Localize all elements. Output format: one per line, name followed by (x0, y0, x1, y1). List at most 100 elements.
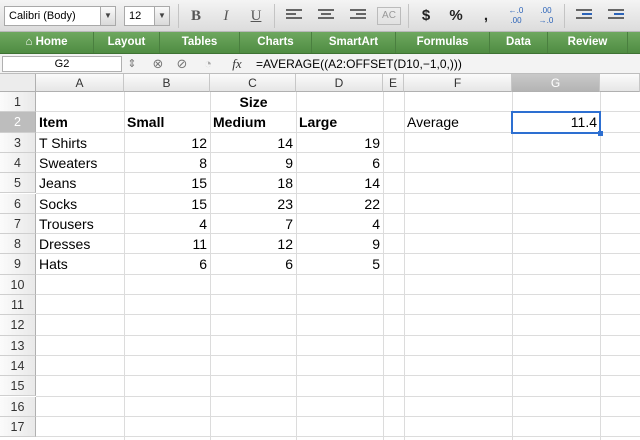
decrease-indent-icon[interactable] (576, 9, 592, 22)
small-value-cell[interactable]: 11 (124, 234, 210, 254)
italic-button[interactable]: I (214, 5, 238, 27)
name-box[interactable]: G2 (2, 56, 122, 72)
small-value-cell[interactable]: 15 (124, 194, 210, 214)
align-left-icon[interactable] (286, 9, 302, 22)
header-cell-small[interactable]: Small (124, 112, 210, 132)
large-value-cell[interactable]: 19 (296, 133, 383, 153)
large-value-cell[interactable]: 14 (296, 173, 383, 193)
row-header-7[interactable]: 7 (0, 213, 36, 235)
confirm-formula-icon[interactable]: ⊘ (172, 56, 192, 72)
tab-tables[interactable]: Tables (160, 32, 240, 53)
gridline-horizontal (36, 314, 640, 316)
cancel-formula-icon[interactable]: ⊗ (148, 56, 168, 72)
increase-indent-icon[interactable] (608, 9, 624, 22)
gridline-horizontal (36, 415, 640, 417)
medium-value-cell[interactable]: 6 (210, 254, 296, 274)
row-header-13[interactable]: 13 (0, 335, 36, 356)
medium-value-cell[interactable]: 9 (210, 153, 296, 173)
row-header-5[interactable]: 5 (0, 173, 36, 194)
item-cell[interactable]: Jeans (36, 173, 124, 193)
column-header-f[interactable]: F (404, 74, 512, 92)
small-value-cell[interactable]: 8 (124, 153, 210, 173)
small-value-cell[interactable]: 15 (124, 173, 210, 193)
percent-format-button[interactable]: % (444, 5, 468, 27)
large-value-cell[interactable]: 5 (296, 254, 383, 274)
column-header-b[interactable]: B (124, 74, 210, 92)
header-cell-item[interactable]: Item (36, 112, 124, 132)
column-header-e[interactable]: E (383, 74, 404, 92)
font-size-dropdown-icon[interactable]: ▼ (154, 6, 170, 26)
merge-cells-icon[interactable]: AC (377, 7, 401, 25)
select-all-corner[interactable] (0, 74, 36, 92)
column-header-g[interactable]: G (512, 74, 600, 92)
item-cell[interactable]: Dresses (36, 234, 124, 254)
medium-value-cell[interactable]: 18 (210, 173, 296, 193)
currency-format-button[interactable]: $ (414, 5, 438, 27)
row-header-3[interactable]: 3 (0, 132, 36, 153)
row-header-12[interactable]: 12 (0, 315, 36, 336)
decrease-decimal-button[interactable]: .00 →.0 (534, 5, 558, 27)
column-header-a[interactable]: A (36, 74, 124, 92)
size-header-cell[interactable]: Size (124, 92, 383, 112)
font-name-dropdown-icon[interactable]: ▼ (100, 6, 116, 26)
gridline-horizontal (36, 436, 640, 438)
medium-value-cell[interactable]: 23 (210, 194, 296, 214)
average-label-cell[interactable]: Average (404, 112, 512, 132)
circle-toggle-icon[interactable]: ◔ (198, 56, 218, 72)
large-value-cell[interactable]: 6 (296, 153, 383, 173)
large-value-cell[interactable]: 9 (296, 234, 383, 254)
row-header-6[interactable]: 6 (0, 193, 36, 214)
row-header-8[interactable]: 8 (0, 234, 36, 255)
row-header-9[interactable]: 9 (0, 254, 36, 275)
gridline-horizontal (36, 354, 640, 356)
fill-handle[interactable] (598, 130, 603, 136)
small-value-cell[interactable]: 12 (124, 133, 210, 153)
increase-decimal-top: ←.0 (508, 6, 524, 15)
header-cell-large[interactable]: Large (296, 112, 383, 132)
align-center-icon[interactable] (318, 9, 334, 22)
align-right-icon[interactable] (350, 9, 366, 22)
insert-function-button[interactable]: fx (226, 56, 248, 72)
tab-smartart[interactable]: SmartArt (312, 32, 396, 53)
row-header-1[interactable]: 1 (0, 92, 36, 113)
medium-value-cell[interactable]: 12 (210, 234, 296, 254)
column-header-d[interactable]: D (296, 74, 383, 92)
home-icon: ⌂ (25, 36, 33, 48)
item-cell[interactable]: Socks (36, 194, 124, 214)
tab-home[interactable]: ⌂ Home (0, 32, 94, 53)
medium-value-cell[interactable]: 14 (210, 133, 296, 153)
tab-charts[interactable]: Charts (240, 32, 312, 53)
item-cell[interactable]: Sweaters (36, 153, 124, 173)
small-value-cell[interactable]: 4 (124, 214, 210, 234)
column-header-filler (600, 74, 640, 92)
header-cell-medium[interactable]: Medium (210, 112, 296, 132)
toolbar-divider (408, 4, 409, 28)
item-cell[interactable]: Trousers (36, 214, 124, 234)
row-header-17[interactable]: 17 (0, 416, 36, 438)
selected-cell-outline (511, 111, 601, 134)
underline-button[interactable]: U (244, 5, 268, 27)
item-cell[interactable]: T Shirts (36, 133, 124, 153)
name-box-stepper-icon[interactable]: ⇕ (126, 56, 138, 72)
tab-data[interactable]: Data (490, 32, 548, 53)
medium-value-cell[interactable]: 7 (210, 214, 296, 234)
tab-formulas[interactable]: Formulas (396, 32, 490, 53)
column-header-c[interactable]: C (210, 74, 296, 92)
row-header-10[interactable]: 10 (0, 274, 36, 295)
large-value-cell[interactable]: 22 (296, 194, 383, 214)
comma-format-button[interactable]: , (474, 5, 498, 27)
row-header-14[interactable]: 14 (0, 355, 36, 377)
formula-input[interactable]: =AVERAGE((A2:OFFSET(D10,−1,0,))) (256, 56, 638, 72)
large-value-cell[interactable]: 4 (296, 214, 383, 234)
row-header-11[interactable]: 11 (0, 295, 36, 316)
row-header-16[interactable]: 16 (0, 396, 36, 417)
tab-review[interactable]: Review (548, 32, 628, 53)
increase-decimal-button[interactable]: ←.0 .00 (504, 5, 528, 27)
tab-layout[interactable]: Layout (94, 32, 160, 53)
bold-button[interactable]: B (184, 5, 208, 27)
row-header-4[interactable]: 4 (0, 152, 36, 174)
row-header-2[interactable]: 2 (0, 112, 36, 133)
item-cell[interactable]: Hats (36, 254, 124, 274)
row-header-15[interactable]: 15 (0, 376, 36, 397)
small-value-cell[interactable]: 6 (124, 254, 210, 274)
